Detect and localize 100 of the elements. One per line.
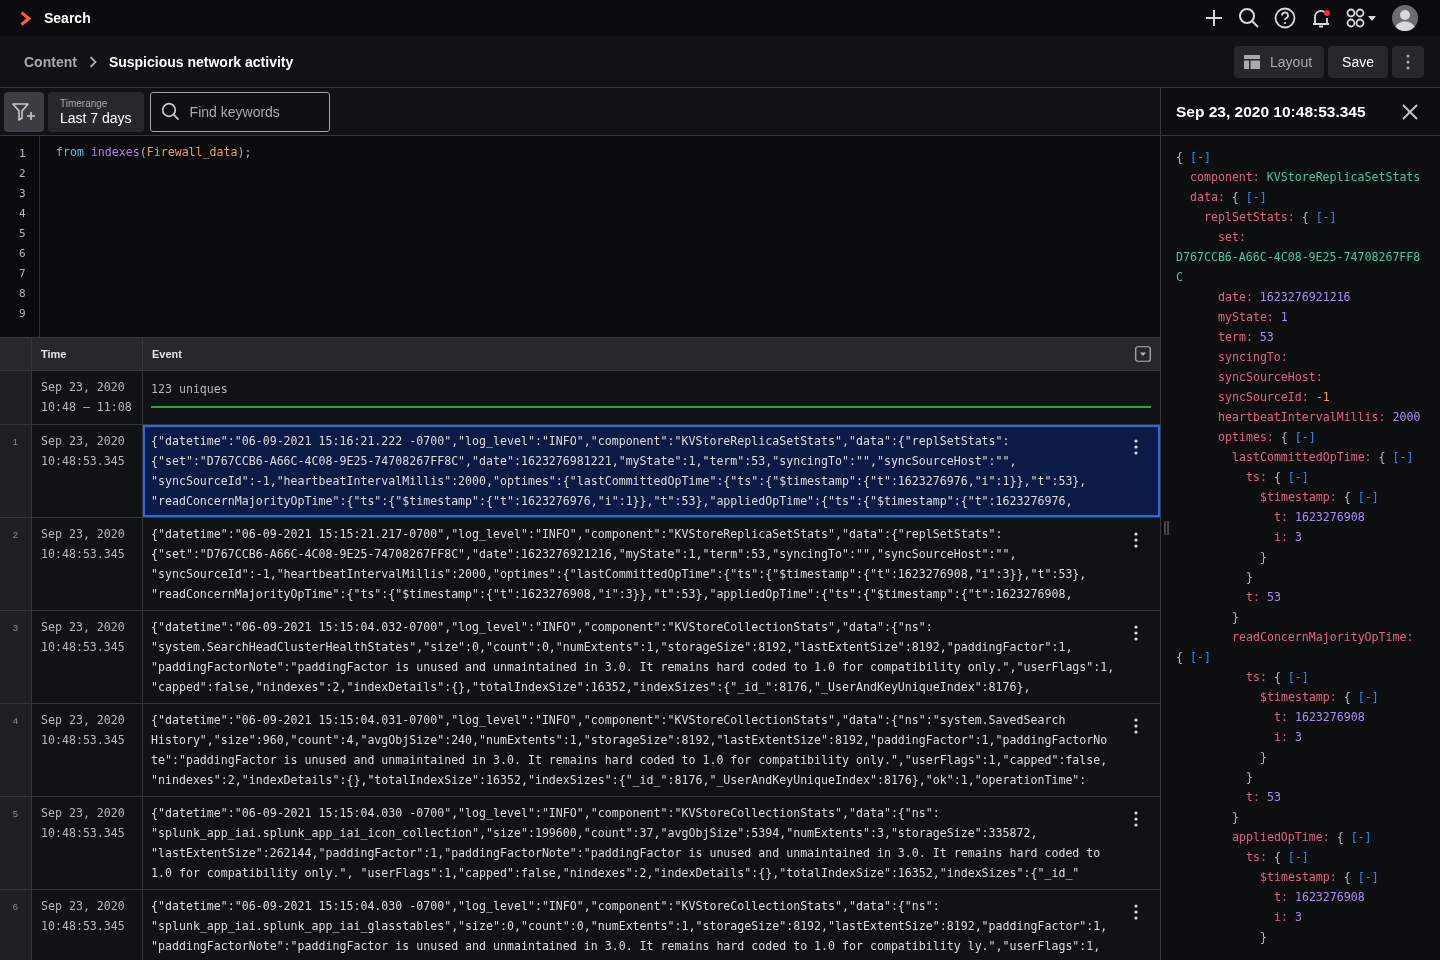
collapse-toggle[interactable]: [-] [1287, 670, 1309, 684]
json-key: $timestamp: [1260, 490, 1337, 504]
json-key: t: [1274, 890, 1288, 904]
collapse-toggle[interactable]: [-] [1357, 690, 1379, 704]
event-text: {"datetime":"06-09-2021 15:15:21.217-0700","log_level":"INFO","component":"KVStoreReplicaSetStats","data":{"replSetStats": {"set":"D767CCB6-A66C-4C08-9E25-74708267FF8C","date":1623276921216,"myState":1,"term":53,"syncingTo":"","syncSourceHost":"", "syncSourceId":-1,"heartbeatIntervalMillis":2000,"optimes":{"lastCommittedOpTime":{"ts":{"$timestamp":{"t":1623276908,"i":3}},"t":53}, "readConcernMajorityOpTime":{"ts":{"$timestamp":{"t":1623276908,"i":3}},"t":53},"appliedOpTime":{"ts":{"$timestamp":{"t":1623276908, [151, 526, 1088, 603]
collapse-toggle[interactable]: [-] [1357, 490, 1379, 504]
close-brace: } [1246, 770, 1253, 784]
time-text: 10:48:53.345 [41, 453, 126, 470]
json-value: 1623276908 [1294, 710, 1365, 724]
uniques-count: 123 uniques [151, 381, 229, 398]
date-text: Sep 23, 2020 [41, 379, 126, 396]
close-brace: } [1260, 750, 1267, 764]
json-value: KVStoreReplicaSetStats [1266, 170, 1421, 184]
code-token: ); [237, 144, 252, 161]
help-button[interactable] [1274, 5, 1296, 31]
time-text: 10:48:53.345 [41, 546, 126, 563]
json-key: lastCommittedOpTime: [1232, 450, 1372, 464]
add-filter-button[interactable] [4, 91, 44, 132]
json-key: syncSourceHost: [1218, 370, 1323, 384]
json-value: 1623276908 [1294, 890, 1365, 904]
collapse-toggle[interactable]: [-] [1392, 450, 1414, 464]
collapse-toggle[interactable]: [-] [1189, 150, 1211, 164]
line-number: 6 [19, 246, 27, 262]
code-token: from [56, 144, 84, 161]
json-key: ts: [1246, 470, 1267, 484]
user-avatar[interactable] [1392, 5, 1418, 31]
kebab-icon [1134, 811, 1138, 827]
open-brace: { [1343, 490, 1351, 504]
line-number: 9 [19, 306, 27, 322]
collapse-toggle[interactable]: [-] [1350, 830, 1372, 844]
code-token: Firewall_data [146, 144, 238, 161]
more-button[interactable] [1392, 45, 1424, 78]
kebab-icon [1134, 904, 1138, 920]
open-brace: { [1273, 850, 1281, 864]
collapse-toggle[interactable]: [-] [1315, 210, 1337, 224]
json-key: set: [1218, 230, 1246, 244]
open-brace: { [1343, 690, 1351, 704]
timerange-label: Timerange [60, 97, 109, 109]
kebab-icon [1134, 718, 1138, 734]
close-button[interactable] [1402, 103, 1418, 120]
timerange-value: Last 7 days [60, 109, 132, 126]
open-brace: { [1176, 150, 1183, 164]
line-number: 1 [19, 146, 27, 162]
json-key: ts: [1246, 670, 1267, 684]
json-value: 53 [1266, 590, 1281, 604]
collapse-toggle[interactable]: [-] [1245, 190, 1267, 204]
json-key: date: [1218, 290, 1253, 304]
layout-button[interactable]: Layout [1234, 45, 1325, 78]
event-cell[interactable] [143, 425, 1160, 517]
help-icon [1274, 7, 1296, 29]
event-text: {"datetime":"06-09-2021 15:15:04.031-0700","log_level":"INFO","component":"KVStoreCollectionStats","data":{"ns":"system.SavedSearch History","size":960,"count":4,"avgObjSize":240,"numExtents":1,"storageSize":8192,"lastExtentSize":8192,"paddingFactor":1,"paddingFactorNo te":"paddingFactor is unused and unmaintained in 3.0. It remains hard coded to 1.0 for compatibility only.","userFlags":1,"capped":false, "nindexes":2,"indexDetails":{},"totalIndexSize":16352,"indexSizes":{"_id_":8176,"_UserAndKeyUniqueIndex":8176},"ok":1,"operationTime": [151, 712, 1109, 789]
timerange-picker[interactable]: Timerange Last 7 days [48, 91, 144, 132]
event-text: {"datetime":"06-09-2021 15:15:04.030 -0700","log_level":"INFO","component":"KVStoreCollectionStats","data":{"ns": "splunk_app_iai.splunk_app_iai_icon_collection","size":199600,"count":37,"avgObjSize":5394,"numExtents":3,"storageSize":335872, "lastExtentSize":262144,"paddingFactor":1,"paddingFactorNote":"paddingFactor is unused and unmaintained in 3.0. It remains hard coded to 1.0 for compatibility only.", "userFlags":1,"capped":false,"nindexes":2,"indexDetails":{},"totalIndexSize":16352,"indexSizes":{"_id_" [151, 805, 1102, 882]
json-key: syncingTo: [1218, 350, 1288, 364]
search-icon [160, 101, 180, 121]
json-key: t: [1246, 790, 1260, 804]
json-value: 1623276908 [1294, 510, 1365, 524]
line-number: 3 [19, 186, 27, 202]
json-value: -1 [1315, 390, 1330, 404]
column-header: Time [41, 348, 67, 360]
date-text: Sep 23, 2020 [41, 526, 126, 543]
collapse-toggle[interactable]: [-] [1357, 870, 1379, 884]
kebab-icon [1134, 625, 1138, 641]
json-key: component: [1190, 170, 1260, 184]
json-value: 53 [1259, 330, 1274, 344]
app-title: Search [44, 10, 91, 26]
json-key: replSetStats: [1204, 210, 1295, 224]
open-brace: { [1301, 210, 1309, 224]
row-number: 2 [0, 518, 32, 610]
json-key: syncSourceId: [1218, 390, 1309, 404]
save-button[interactable]: Save [1328, 45, 1388, 78]
time-text: 10:48:53.345 [41, 918, 126, 935]
collapse-toggle[interactable]: [-] [1287, 470, 1309, 484]
open-brace: { [1280, 430, 1288, 444]
json-key: appliedOpTime: [1232, 830, 1330, 844]
row-number: 1 [0, 425, 32, 517]
line-number: 7 [19, 266, 27, 282]
kebab-icon [1134, 532, 1138, 548]
breadcrumb-link[interactable]: Content [24, 53, 77, 70]
json-key: t: [1274, 510, 1288, 524]
avatar-icon [1392, 5, 1418, 31]
json-key: myState: [1218, 310, 1274, 324]
kebab-icon [1134, 439, 1138, 455]
collapse-toggle[interactable]: [-] [1287, 850, 1309, 864]
open-brace: { [1176, 650, 1183, 664]
json-value: D767CCB6-A66C-4C08-9E25-74708267FF8C [1176, 250, 1421, 284]
collapse-toggle[interactable]: [-] [1189, 650, 1211, 664]
date-text: Sep 23, 2020 [41, 433, 126, 450]
search-icon [1238, 7, 1260, 29]
json-key: data: [1190, 190, 1225, 204]
filter-plus-icon [12, 101, 36, 122]
collapse-toggle[interactable]: [-] [1294, 430, 1316, 444]
event-text: {"datetime":"06-09-2021 15:16:21.222 -0700","log_level":"INFO","component":"KVStoreReplicaSetStats","data":{"replSetStats": {"set":"D767CCB6-A66C-4C08-9E25-74708267FF8C","date":1623276981221,"myState":1,"term":53,"syncingTo":"","syncSourceHost":"", "syncSourceId":-1,"heartbeatIntervalMillis":2000,"optimes":{"lastCommittedOpTime":{"ts":{"$timestamp":{"t":1623276976,"i":1}},"t":53}, "readConcernMajorityOpTime":{"ts":{"$timestamp":{"t":1623276976,"i":1}},"t":53},"appliedOpTime":{"ts":{"$timestamp":{"t":1623276976, [151, 433, 1088, 510]
close-brace: } [1232, 610, 1239, 624]
search-field[interactable]: Find keywords [149, 91, 330, 132]
date-text: Sep 23, 2020 [41, 898, 126, 915]
json-value: 53 [1266, 790, 1281, 804]
json-key: optimes: [1218, 430, 1274, 444]
column-menu-button[interactable] [1135, 346, 1151, 362]
date-text: Sep 23, 2020 [41, 805, 126, 822]
